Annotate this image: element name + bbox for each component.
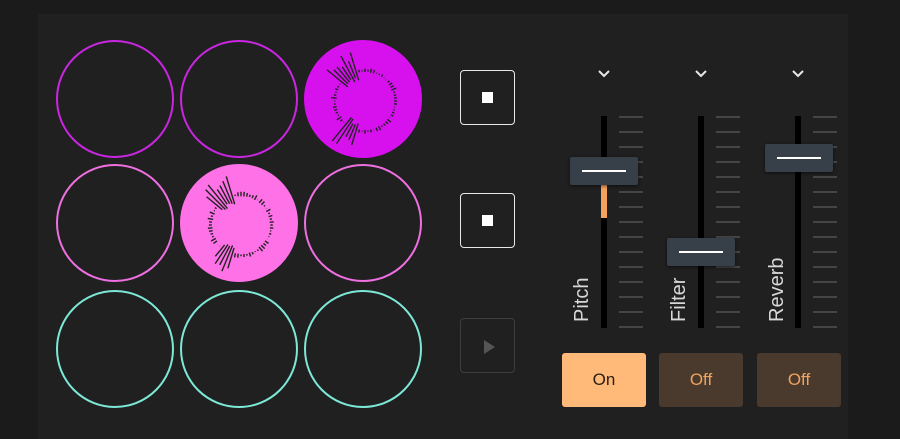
waveform-ring-icon — [205, 176, 274, 272]
waveform-tick — [335, 118, 354, 145]
waveform-tick — [263, 242, 267, 247]
waveform-tick — [333, 108, 338, 112]
waveform-tick — [331, 96, 337, 99]
chevron-down-icon[interactable] — [788, 64, 808, 84]
pad-5[interactable] — [180, 164, 298, 282]
waveform-tick — [214, 206, 217, 210]
waveform-tick — [207, 184, 229, 209]
waveform-tick — [388, 82, 393, 86]
waveform-tick — [393, 91, 396, 94]
waveform-tick — [253, 195, 258, 201]
row-1-stop-button[interactable] — [460, 70, 515, 125]
filter-toggle-button[interactable]: Off — [659, 353, 743, 407]
filter-slider-scale — [716, 116, 740, 328]
waveform-tick — [268, 232, 272, 235]
waveform-tick — [386, 118, 392, 123]
waveform-tick — [385, 121, 389, 125]
waveform-tick — [390, 114, 394, 117]
pad-3[interactable] — [304, 40, 422, 158]
waveform-tick — [339, 119, 343, 122]
waveform-tick — [260, 201, 265, 206]
pad-9[interactable] — [304, 290, 422, 408]
waveform-tick — [251, 251, 254, 255]
waveform-tick — [390, 85, 395, 88]
waveform-tick — [263, 204, 266, 207]
waveform-tick — [358, 69, 360, 73]
pitch-slider-scale — [619, 116, 643, 328]
waveform-tick — [358, 129, 361, 133]
row-3-play-button — [460, 318, 515, 373]
waveform-tick — [260, 244, 266, 250]
waveform-tick — [377, 126, 382, 131]
waveform-tick — [264, 240, 269, 244]
reverb-slider-handle[interactable] — [765, 144, 833, 173]
waveform-tick — [205, 189, 226, 210]
filter-slider-label: Filter — [668, 277, 690, 322]
waveform-tick — [245, 192, 249, 197]
waveform-ring-icon — [326, 52, 398, 146]
stop-icon — [482, 215, 493, 226]
waveform-tick — [336, 116, 342, 121]
waveform-tick — [391, 87, 397, 91]
pad-4[interactable] — [56, 164, 174, 282]
play-icon — [484, 340, 495, 354]
waveform-tick — [210, 215, 214, 218]
waveform-tick — [375, 127, 379, 132]
pad-7[interactable] — [56, 290, 174, 408]
waveform-tick — [213, 240, 218, 245]
waveform-tick — [370, 129, 372, 133]
waveform-tick — [383, 123, 386, 126]
waveform-tick — [387, 80, 390, 83]
waveform-tick — [326, 69, 349, 88]
waveform-tick — [380, 74, 384, 78]
pitch-slider-handle[interactable] — [570, 157, 638, 186]
waveform-tick — [378, 73, 381, 76]
pitch-slider-track[interactable] — [601, 116, 607, 328]
waveform-tick — [258, 246, 264, 252]
waveform-tick — [337, 85, 340, 88]
waveform-tick — [391, 111, 395, 114]
waveform-tick — [331, 117, 353, 142]
waveform-tick — [211, 235, 215, 238]
stop-icon — [482, 92, 493, 103]
waveform-tick — [210, 237, 217, 242]
waveform-tick — [345, 123, 354, 138]
waveform-tick — [369, 68, 373, 73]
waveform-tick — [209, 211, 215, 215]
waveform-tick — [267, 212, 271, 215]
waveform-tick — [332, 105, 337, 109]
reverb-toggle-button[interactable]: Off — [757, 353, 841, 407]
waveform-tick — [265, 208, 271, 213]
pad-6[interactable] — [304, 164, 422, 282]
pad-2[interactable] — [180, 40, 298, 158]
pad-8[interactable] — [180, 290, 298, 408]
waveform-tick — [251, 194, 254, 199]
waveform-tick — [268, 214, 273, 218]
pitch-slider-label: Pitch — [571, 277, 593, 322]
waveform-tick — [380, 125, 383, 128]
waveform-tick — [256, 249, 259, 252]
filter-slider-handle[interactable] — [667, 237, 735, 266]
reverb-slider-label: Reverb — [766, 257, 788, 322]
waveform-tick — [210, 232, 214, 235]
waveform-tick — [248, 252, 252, 257]
waveform-tick — [233, 253, 237, 258]
chevron-down-icon[interactable] — [594, 64, 614, 84]
pad-1[interactable] — [56, 40, 174, 158]
filter-slider-track[interactable] — [698, 116, 704, 328]
pitch-toggle-button[interactable]: On — [562, 353, 646, 407]
row-2-stop-button[interactable] — [460, 193, 515, 248]
waveform-tick — [335, 111, 339, 114]
waveform-tick — [258, 198, 263, 204]
waveform-tick — [207, 217, 214, 221]
waveform-tick — [334, 88, 339, 91]
waveform-tick — [372, 69, 376, 74]
waveform-tick — [208, 229, 213, 233]
waveform-tick — [248, 194, 251, 198]
chevron-down-icon[interactable] — [691, 64, 711, 84]
